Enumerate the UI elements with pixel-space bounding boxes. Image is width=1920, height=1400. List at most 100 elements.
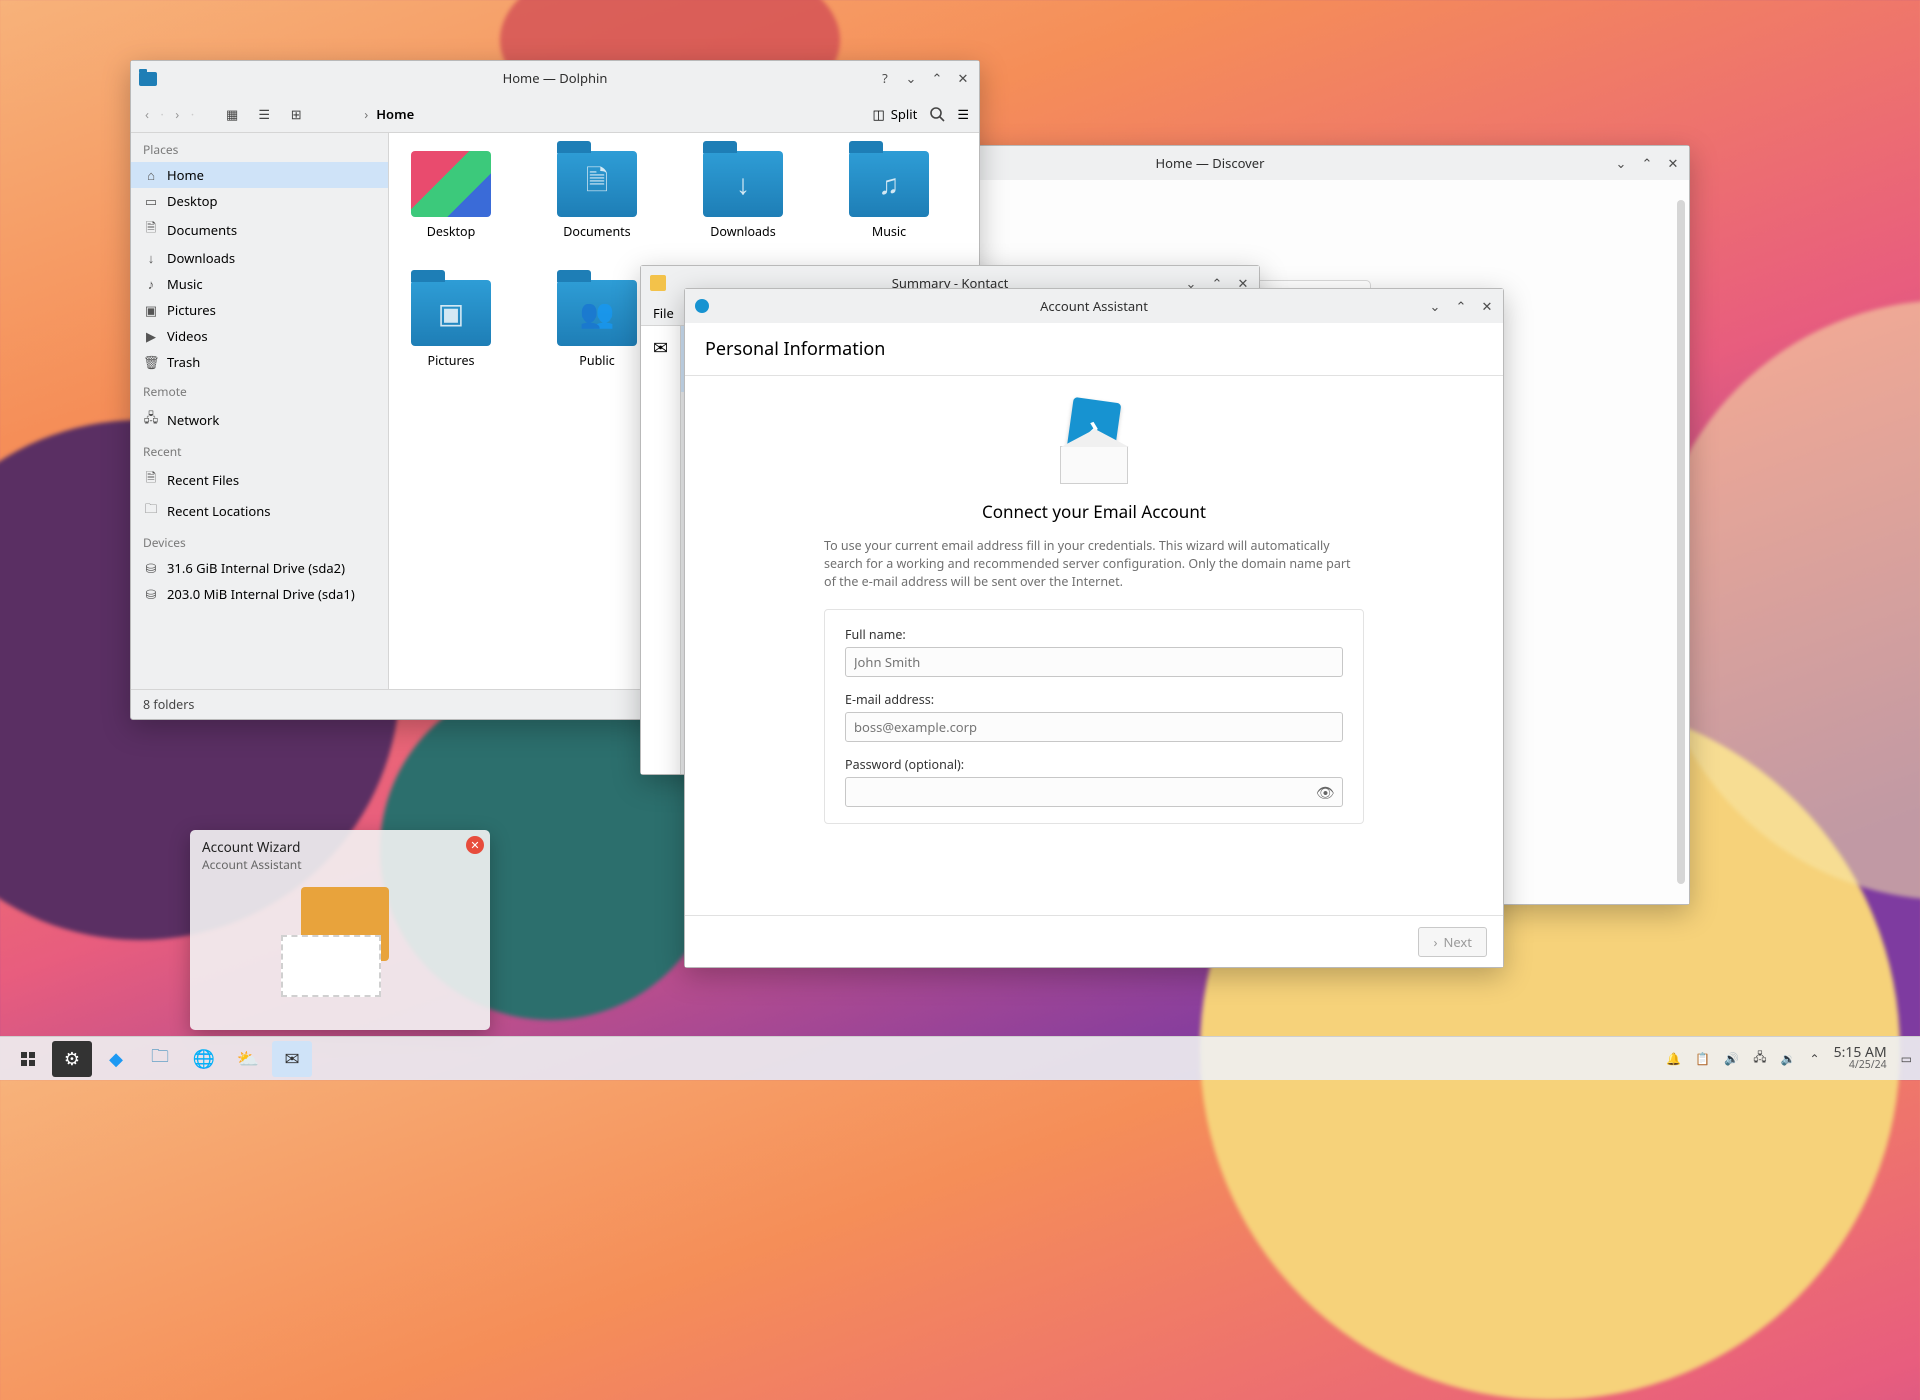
- task-weather[interactable]: ⛅: [228, 1041, 268, 1077]
- scrollbar[interactable]: [1677, 200, 1685, 884]
- assistant-header: Personal Information: [685, 323, 1503, 376]
- sidebar-item-videos[interactable]: ▶Videos: [131, 323, 388, 349]
- music-icon: ♫: [849, 151, 929, 217]
- dolphin-sidebar: Places ⌂Home ▭Desktop 🗎Documents ↓Downlo…: [131, 133, 389, 689]
- network-icon: 🖧: [143, 408, 159, 431]
- volume-icon[interactable]: 🔊: [1724, 1050, 1739, 1067]
- forward-icon[interactable]: ›: [171, 105, 183, 123]
- sidebar-section-remote: Remote: [131, 375, 388, 404]
- volume-icon[interactable]: 🔉: [1781, 1050, 1796, 1067]
- downloads-icon: ↓: [703, 151, 783, 217]
- assistant-title: Account Assistant: [685, 297, 1503, 315]
- maximize-icon[interactable]: ⌃: [1453, 298, 1469, 314]
- clipboard-icon[interactable]: 📋: [1695, 1050, 1710, 1067]
- preview-title: Account Wizard: [202, 838, 478, 856]
- folder-downloads[interactable]: ↓Downloads: [695, 151, 791, 240]
- folder-desktop[interactable]: Desktop: [403, 151, 499, 240]
- breadcrumb[interactable]: Home: [376, 105, 414, 123]
- close-icon[interactable]: ✕: [1479, 298, 1495, 314]
- minimize-icon[interactable]: ⌄: [1427, 298, 1443, 314]
- fullname-field[interactable]: [845, 647, 1343, 677]
- maximize-icon[interactable]: ⌃: [1639, 155, 1655, 171]
- hamburger-icon[interactable]: ☰: [957, 105, 969, 123]
- assistant-form: Full name: E-mail address: Password (opt…: [824, 609, 1364, 824]
- documents-icon: 🗎: [557, 151, 637, 217]
- maximize-icon[interactable]: ⌃: [1209, 275, 1225, 291]
- notifications-icon[interactable]: 🔔: [1666, 1050, 1681, 1067]
- trash-icon: 🗑: [143, 353, 159, 371]
- sidebar-item-network[interactable]: 🖧Network: [131, 404, 388, 435]
- preview-close-icon[interactable]: ✕: [466, 836, 484, 854]
- tray-expand-icon[interactable]: ⌃: [1810, 1050, 1820, 1067]
- label-password: Password (optional):: [845, 756, 1343, 773]
- sidebar-item-home[interactable]: ⌂Home: [131, 162, 388, 188]
- breadcrumb-chevron-icon[interactable]: ›: [364, 105, 368, 123]
- help-icon[interactable]: ?: [877, 70, 893, 86]
- folder-pictures[interactable]: ▣Pictures: [403, 280, 499, 369]
- dolphin-title: Home — Dolphin: [131, 69, 979, 87]
- dolphin-titlebar[interactable]: Home — Dolphin ? ⌄ ⌃ ✕: [131, 61, 979, 95]
- close-icon[interactable]: ✕: [1665, 155, 1681, 171]
- assistant-app-icon: [693, 297, 711, 315]
- search-icon[interactable]: [929, 106, 945, 122]
- task-kontact[interactable]: ✉: [272, 1041, 312, 1077]
- task-dolphin[interactable]: 🗀: [140, 1041, 180, 1077]
- sidebar-item-recent-locations[interactable]: 🗀Recent Locations: [131, 495, 388, 526]
- sidebar-item-drive[interactable]: ⛁203.0 MiB Internal Drive (sda1): [131, 581, 388, 607]
- folder-documents[interactable]: 🗎Documents: [549, 151, 645, 240]
- app-launcher-button[interactable]: [8, 1041, 48, 1077]
- reveal-password-icon[interactable]: 👁: [1316, 783, 1335, 803]
- sidebar-item-desktop[interactable]: ▭Desktop: [131, 188, 388, 214]
- account-assistant-window: Account Assistant ⌄ ⌃ ✕ Personal Informa…: [684, 288, 1504, 968]
- assistant-titlebar[interactable]: Account Assistant ⌄ ⌃ ✕: [685, 289, 1503, 323]
- chevron-right-icon: ›: [1433, 933, 1437, 951]
- next-button[interactable]: › Next: [1418, 927, 1487, 957]
- close-icon[interactable]: ✕: [955, 70, 971, 86]
- recent-locations-icon: 🗀: [143, 499, 159, 522]
- preview-thumbnail[interactable]: [275, 887, 405, 997]
- sidebar-item-trash[interactable]: 🗑Trash: [131, 349, 388, 375]
- pictures-icon: ▣: [411, 280, 491, 346]
- view-icons-icon[interactable]: ▦: [220, 102, 244, 126]
- sidebar-item-drive[interactable]: ⛁31.6 GiB Internal Drive (sda2): [131, 555, 388, 581]
- clock[interactable]: 5:15 AM 4/25/24: [1834, 1045, 1887, 1072]
- close-icon[interactable]: ✕: [1235, 275, 1251, 291]
- pictures-icon: ▣: [143, 301, 159, 319]
- minimize-icon[interactable]: ⌄: [1613, 155, 1629, 171]
- preview-subtitle: Account Assistant: [202, 856, 478, 873]
- dolphin-toolbar: ‹ · › · ▦ ☰ ⊞ › Home ◫Split ☰: [131, 95, 979, 133]
- minimize-icon[interactable]: ⌄: [1183, 275, 1199, 291]
- desktop-icon: ▭: [143, 192, 159, 210]
- system-tray: 🔔 📋 🔊 🖧 🔉 ⌃ 5:15 AM 4/25/24 ▭: [1666, 1045, 1912, 1072]
- back-icon[interactable]: ‹: [141, 105, 153, 123]
- sidebar-item-documents[interactable]: 🗎Documents: [131, 214, 388, 245]
- home-icon: ⌂: [143, 166, 159, 184]
- recent-files-icon: 🗎: [143, 468, 159, 491]
- network-tray-icon[interactable]: 🖧: [1753, 1048, 1766, 1069]
- task-konqueror[interactable]: 🌐: [184, 1041, 224, 1077]
- split-view-button[interactable]: ◫Split: [873, 105, 918, 123]
- folder-public[interactable]: 👥Public: [549, 280, 645, 369]
- email-field[interactable]: [845, 712, 1343, 742]
- minimize-icon[interactable]: ⌄: [903, 70, 919, 86]
- password-field[interactable]: [845, 777, 1343, 807]
- view-details-icon[interactable]: ⊞: [284, 102, 308, 126]
- folder-music[interactable]: ♫Music: [841, 151, 937, 240]
- sidebar-item-downloads[interactable]: ↓Downloads: [131, 245, 388, 271]
- show-desktop-icon[interactable]: ▭: [1901, 1050, 1912, 1067]
- assistant-headline: Connect your Email Account: [982, 500, 1206, 523]
- status-folder-count: 8 folders: [143, 696, 194, 713]
- mail-icon[interactable]: ✉: [653, 336, 668, 360]
- downloads-icon: ↓: [143, 249, 159, 267]
- view-compact-icon[interactable]: ☰: [252, 102, 276, 126]
- drive-icon: ⛁: [143, 559, 159, 577]
- maximize-icon[interactable]: ⌃: [929, 70, 945, 86]
- sidebar-item-recent-files[interactable]: 🗎Recent Files: [131, 464, 388, 495]
- sidebar-item-music[interactable]: ♪Music: [131, 271, 388, 297]
- sidebar-section-recent: Recent: [131, 435, 388, 464]
- task-preview-popup[interactable]: Account Wizard Account Assistant ✕: [190, 830, 490, 1030]
- menu-file[interactable]: File: [653, 304, 674, 322]
- sidebar-item-pictures[interactable]: ▣Pictures: [131, 297, 388, 323]
- task-system-settings[interactable]: ⚙: [52, 1041, 92, 1077]
- task-discover[interactable]: ◆: [96, 1041, 136, 1077]
